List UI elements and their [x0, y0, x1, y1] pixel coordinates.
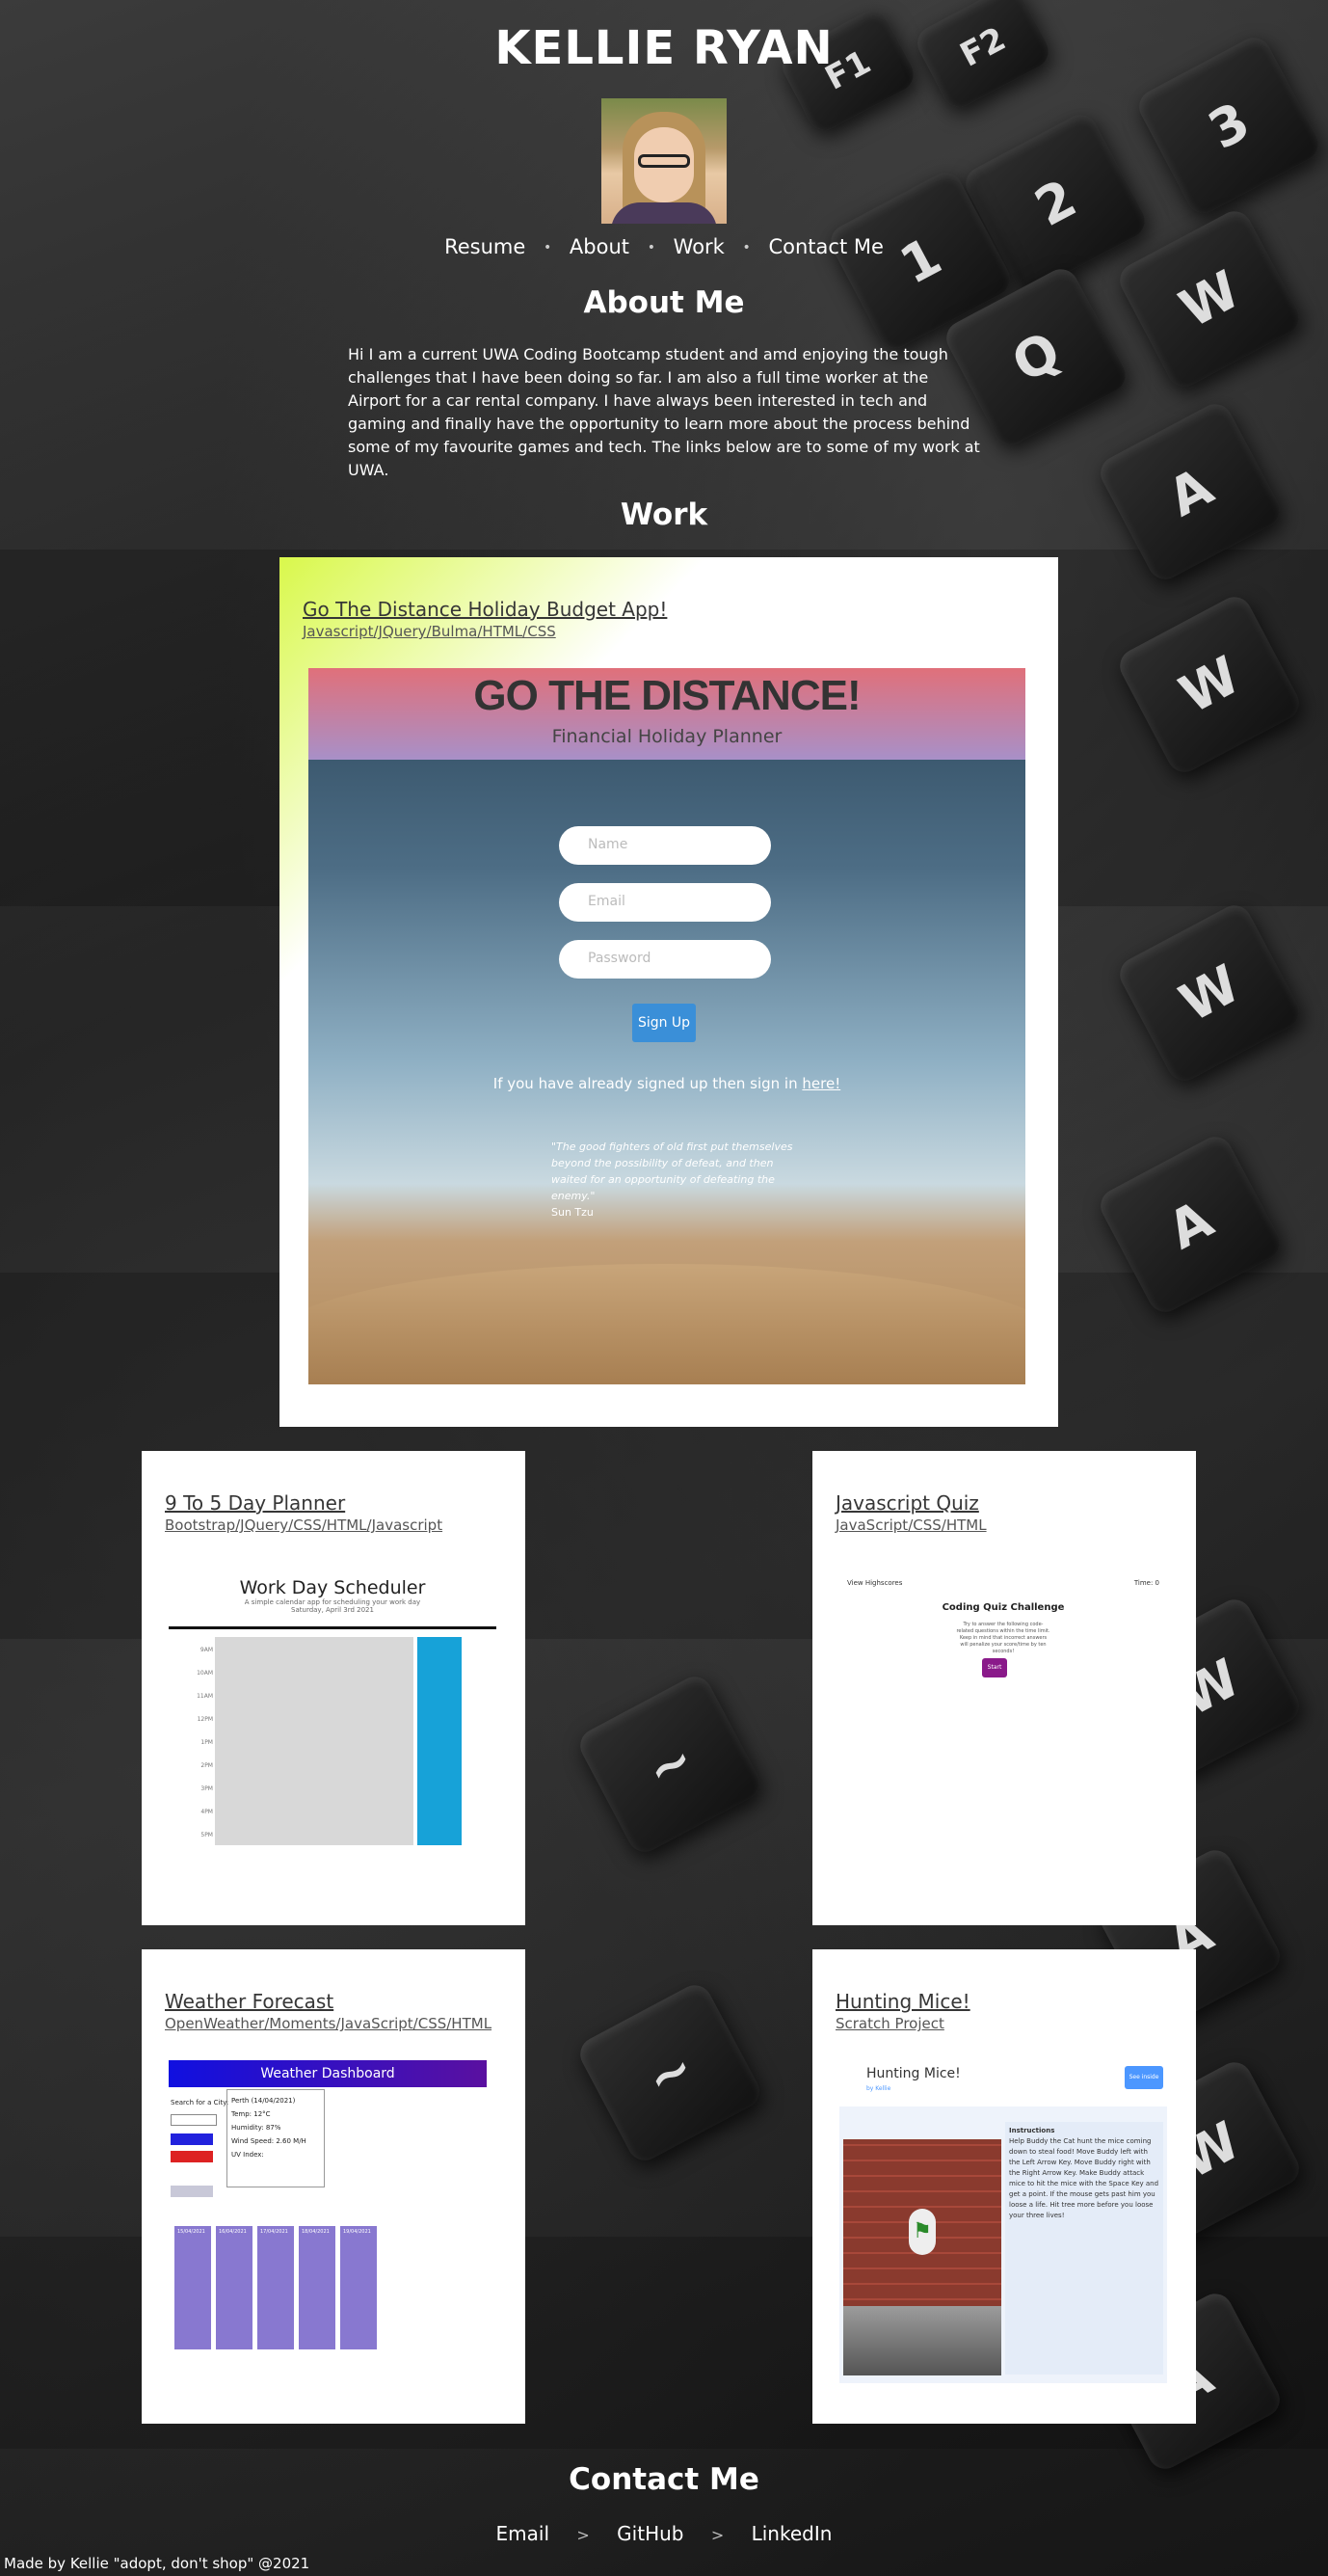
contact-title: Contact Me: [569, 2462, 759, 2497]
nav-contact[interactable]: Contact Me: [768, 235, 883, 258]
work-title: Work: [620, 497, 708, 532]
project-link-planner[interactable]: 9 To 5 Day Planner: [165, 1491, 502, 1515]
project-screenshot-planner[interactable]: Work Day Scheduler A simple calendar app…: [169, 1562, 496, 1885]
project-link-weather[interactable]: Weather Forecast: [165, 1990, 502, 2013]
shot-subheading: Financial Holiday Planner: [551, 726, 783, 747]
featured-project-link[interactable]: Go The Distance Holiday Budget App!: [303, 598, 1035, 621]
shot-signin-text: If you have already signed up then sign …: [492, 1075, 841, 1092]
project-screenshot-weather[interactable]: Weather Dashboard Search for a City: Per…: [169, 2060, 496, 2383]
project-screenshot-quiz[interactable]: Time: 0 View Highscores Coding Quiz Chall…: [839, 1562, 1167, 1885]
project-card-quiz: Javascript Quiz JavaScript/CSS/HTML Time…: [812, 1451, 1196, 1925]
project-link-quiz[interactable]: Javascript Quiz: [836, 1491, 1173, 1515]
project-tech-weather[interactable]: OpenWeather/Moments/JavaScript/CSS/HTML: [165, 2015, 502, 2032]
nav-work[interactable]: Work: [674, 235, 725, 258]
contact-linkedin-link[interactable]: LinkedIn: [752, 2522, 833, 2545]
project-tech-quiz[interactable]: JavaScript/CSS/HTML: [836, 1516, 1173, 1534]
shot-email-field: Email: [559, 883, 771, 922]
project-link-mice[interactable]: Hunting Mice!: [836, 1990, 1173, 2013]
nav-separator: •: [647, 240, 655, 255]
main-nav: Resume • About • Work • Contact Me: [0, 235, 1328, 258]
project-screenshot-mice[interactable]: Hunting Mice! by Kellie See inside ⚑ Ins…: [839, 2060, 1167, 2383]
project-tech-planner[interactable]: Bootstrap/JQuery/CSS/HTML/Javascript: [165, 1516, 502, 1534]
about-title: About Me: [583, 285, 745, 320]
nav-separator: •: [742, 240, 751, 255]
shot-password-field: Password: [559, 940, 771, 979]
about-text: Hi I am a current UWA Coding Bootcamp st…: [348, 345, 980, 479]
contact-email-link[interactable]: Email: [496, 2522, 550, 2545]
project-card-mice: Hunting Mice! Scratch Project Hunting Mi…: [812, 1949, 1196, 2424]
green-flag-icon: ⚑: [909, 2209, 936, 2255]
contact-separator: >: [710, 2526, 725, 2544]
site-title: KELLIE RYAN: [494, 21, 834, 75]
project-card-weather: Weather Forecast OpenWeather/Moments/Jav…: [142, 1949, 525, 2424]
shot-name-field: Name: [559, 826, 771, 865]
featured-project-card: Go The Distance Holiday Budget App! Java…: [279, 557, 1058, 1427]
contact-links: Email > GitHub > LinkedIn: [0, 2522, 1328, 2545]
nav-about[interactable]: About: [570, 235, 629, 258]
shot-signup-button: Sign Up: [632, 1004, 696, 1042]
project-card-planner: 9 To 5 Day Planner Bootstrap/JQuery/CSS/…: [142, 1451, 525, 1925]
contact-separator: >: [576, 2526, 590, 2544]
contact-github-link[interactable]: GitHub: [617, 2522, 683, 2545]
featured-project-tech[interactable]: Javascript/JQuery/Bulma/HTML/CSS: [303, 623, 1035, 640]
shot-heading: GO THE DISTANCE!: [473, 672, 861, 719]
featured-project-screenshot[interactable]: GO THE DISTANCE! Financial Holiday Plann…: [308, 668, 1025, 1384]
project-tech-mice[interactable]: Scratch Project: [836, 2015, 1173, 2032]
nav-resume[interactable]: Resume: [444, 235, 525, 258]
nav-separator: •: [543, 240, 552, 255]
profile-photo: [601, 98, 727, 224]
footer-text: Made by Kellie "adopt, don't shop" @2021: [4, 2555, 310, 2572]
shot-quote: "The good fighters of old first put them…: [551, 1140, 793, 1219]
